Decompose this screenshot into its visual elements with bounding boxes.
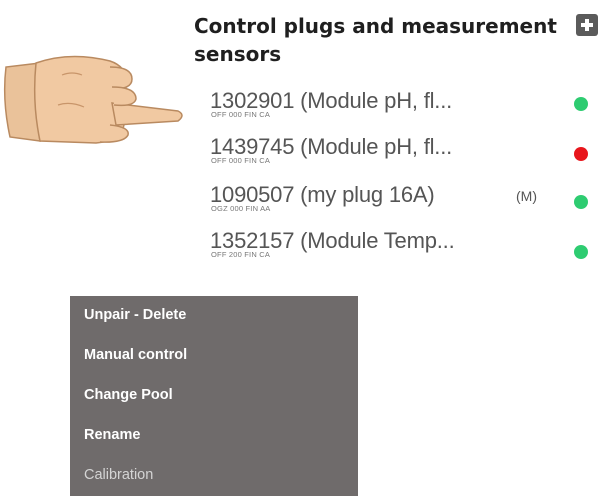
section-title: Control plugs and measurement sensors bbox=[194, 14, 557, 66]
status-dot-icon bbox=[574, 245, 588, 259]
pointing-hand-icon bbox=[3, 55, 183, 144]
menu-item-change-pool[interactable]: Change Pool bbox=[84, 377, 173, 413]
status-dot-icon bbox=[574, 195, 588, 209]
device-code: OGZ 000 FIN AA bbox=[211, 204, 271, 213]
device-code: OFF 000 FIN CA bbox=[211, 110, 271, 119]
device-list-card: Control plugs and measurement sensors 13… bbox=[180, 0, 607, 300]
add-device-button[interactable] bbox=[576, 14, 598, 36]
menu-item-rename[interactable]: Rename bbox=[84, 417, 140, 453]
status-dot-icon bbox=[574, 97, 588, 111]
context-menu: Unpair - Delete Manual control Change Po… bbox=[70, 296, 358, 496]
status-dot-icon bbox=[574, 147, 588, 161]
menu-item-calibration: Calibration bbox=[84, 467, 154, 483]
menu-item-manual-control[interactable]: Manual control bbox=[84, 337, 187, 373]
device-code: OFF 200 FIN CA bbox=[211, 250, 271, 259]
device-row[interactable]: 1439745 (Module pH, fl... OFF 000 FIN CA bbox=[210, 134, 607, 178]
menu-item-unpair-delete[interactable]: Unpair - Delete bbox=[84, 297, 186, 333]
device-row[interactable]: 1302901 (Module pH, fl... OFF 000 FIN CA bbox=[210, 88, 607, 132]
device-code: OFF 000 FIN CA bbox=[211, 156, 271, 165]
device-row[interactable]: 1352157 (Module Temp... OFF 200 FIN CA bbox=[210, 228, 607, 272]
device-row[interactable]: 1090507 (my plug 16A) OGZ 000 FIN AA (M) bbox=[210, 182, 607, 226]
device-mode: (M) bbox=[516, 188, 537, 204]
